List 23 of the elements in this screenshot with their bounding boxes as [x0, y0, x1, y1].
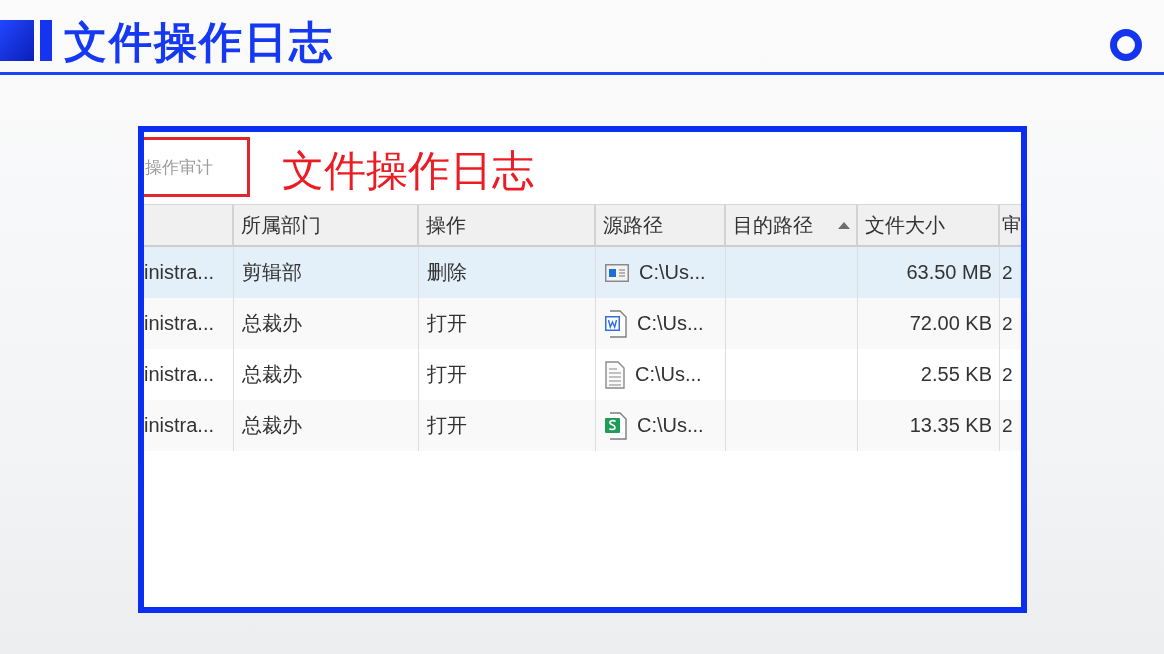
table-cell: 13.35 KB	[858, 400, 1000, 451]
page-title: 文件操作日志	[64, 21, 334, 64]
table-cell-text: 2	[1001, 413, 1014, 438]
ring-icon	[1110, 29, 1142, 61]
table-cell: 打开	[419, 400, 596, 451]
table-cell-text: 2	[1001, 311, 1014, 336]
table-cell-text: 2	[1001, 362, 1014, 387]
table-row[interactable]: inistra... 总裁办 打开 C:\Us... 13.35 KB 2	[144, 400, 1021, 451]
title-marker-icon	[0, 20, 52, 61]
file-path: C:\Us...	[637, 312, 704, 335]
table-cell: 总裁办	[234, 400, 419, 451]
window-file-icon	[605, 263, 629, 282]
table-cell: inistra...	[144, 400, 234, 451]
table-row[interactable]: inistra... 总裁办 打开 C:\Us... 72.00 KB 2	[144, 298, 1021, 349]
word-document-icon	[605, 309, 627, 338]
file-path: C:\Us...	[639, 261, 706, 284]
spreadsheet-icon	[605, 411, 627, 440]
file-path: C:\Us...	[635, 363, 702, 386]
annotation-title: 文件操作日志	[282, 150, 534, 192]
table-cell-text: 2	[1001, 260, 1014, 285]
text-document-icon	[605, 360, 625, 389]
table-row[interactable]: inistra... 剪辑部 删除 C:\Us... 63.50 MB 2	[144, 247, 1021, 298]
file-path: C:\Us...	[637, 414, 704, 437]
